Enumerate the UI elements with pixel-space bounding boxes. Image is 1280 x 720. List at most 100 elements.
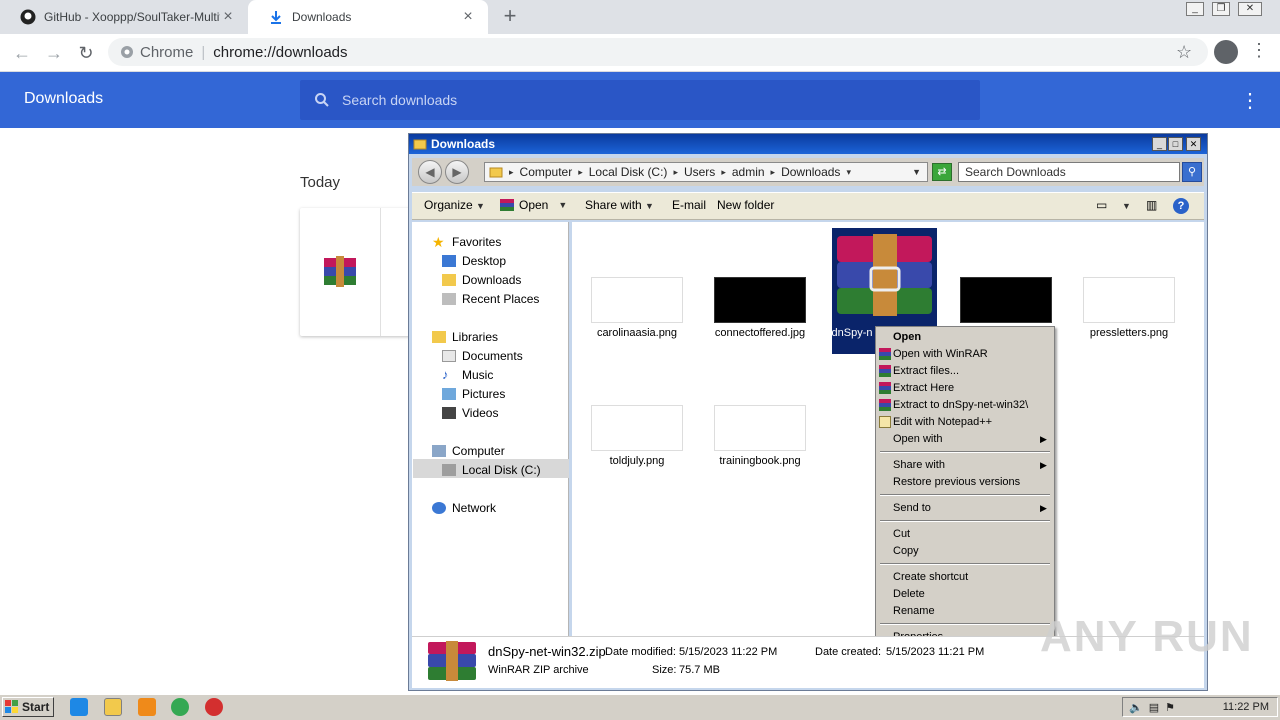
menu-extract-here[interactable]: Extract Here [893, 380, 954, 396]
file-thumbnail[interactable] [591, 277, 683, 323]
menu-rename[interactable]: Rename [893, 603, 935, 619]
close-tab-icon[interactable]: × [220, 8, 236, 26]
winrar-icon[interactable] [324, 256, 356, 288]
more-actions-icon[interactable]: ⋮ [1240, 88, 1260, 113]
new-folder-button[interactable]: New folder [717, 198, 774, 212]
menu-restore-versions[interactable]: Restore previous versions [893, 474, 1020, 490]
nav-videos[interactable]: Videos [442, 403, 498, 422]
crumb-admin[interactable]: admin [732, 165, 765, 179]
menu-edit-notepad[interactable]: Edit with Notepad++ [893, 414, 992, 430]
search-icon[interactable]: ⚲ [1182, 162, 1202, 182]
menu-extract-to[interactable]: Extract to dnSpy-net-win32\ [893, 397, 1028, 413]
file-thumbnail[interactable] [714, 405, 806, 451]
nav-libraries[interactable]: Libraries [432, 327, 498, 346]
start-button[interactable]: Start [2, 697, 54, 717]
explorer-taskbar-icon[interactable] [104, 698, 122, 716]
menu-copy[interactable]: Copy [893, 543, 919, 559]
file-name[interactable]: carolinaasia.png [577, 327, 697, 339]
help-icon[interactable]: ? [1173, 198, 1189, 214]
menu-share-with[interactable]: Share with [893, 457, 945, 473]
crumb-local-disk[interactable]: Local Disk (C:) [589, 165, 668, 179]
address-history-icon[interactable]: ▼ [912, 167, 921, 177]
file-thumbnail[interactable] [1083, 277, 1175, 323]
close-window-button[interactable]: ✕ [1238, 2, 1262, 16]
nav-computer[interactable]: Computer [432, 441, 505, 460]
menu-extract-files[interactable]: Extract files... [893, 363, 959, 379]
crumb-chevron-icon[interactable]: ▸ [721, 167, 726, 178]
forward-icon[interactable]: ▶ [445, 160, 469, 184]
search-input[interactable]: Search Downloads [958, 162, 1180, 182]
reload-icon[interactable]: ↻ [74, 41, 98, 65]
crumb-downloads[interactable]: Downloads [781, 165, 840, 179]
nav-network[interactable]: Network [432, 498, 496, 517]
internet-explorer-icon[interactable] [70, 698, 88, 716]
tab-github[interactable]: GitHub - Xooppp/SoulTaker-Multitool × [0, 0, 248, 34]
open-button[interactable]: Open ▼ [500, 198, 567, 212]
back-icon[interactable]: ← [10, 41, 34, 65]
profile-avatar[interactable] [1214, 40, 1238, 64]
omnibox[interactable]: Chrome | chrome://downloads [108, 38, 1208, 66]
refresh-icon[interactable]: ⇄ [932, 163, 952, 181]
address-bar[interactable]: ▸ Computer ▸ Local Disk (C:) ▸ Users ▸ admi… [484, 162, 928, 182]
crumb-chevron-icon[interactable]: ▾ [846, 167, 851, 178]
volume-icon[interactable]: 🔈 [1129, 701, 1143, 714]
minimize-button[interactable]: _ [1186, 2, 1204, 16]
email-button[interactable]: E-mail [672, 198, 706, 212]
tab-downloads[interactable]: Downloads × [248, 0, 488, 34]
nav-desktop[interactable]: Desktop [442, 251, 506, 270]
file-thumbnail[interactable] [591, 405, 683, 451]
new-tab-button[interactable]: + [498, 4, 522, 28]
chrome-menu-icon[interactable]: ⋮ [1250, 40, 1268, 61]
music-icon: ♪ [442, 366, 449, 382]
page-title: Downloads [24, 90, 104, 107]
file-name[interactable]: connectoffered.jpg [700, 327, 820, 339]
menu-send-to[interactable]: Send to [893, 500, 931, 516]
file-name[interactable]: toldjuly.png [577, 455, 697, 467]
file-thumbnail[interactable] [960, 277, 1052, 323]
minimize-button[interactable]: _ [1152, 137, 1167, 151]
media-player-icon[interactable] [138, 698, 156, 716]
forward-icon[interactable]: → [42, 41, 66, 65]
view-icon[interactable]: ▭ [1096, 198, 1107, 212]
stop-icon[interactable] [205, 698, 223, 716]
nav-favorites[interactable]: ★ Favorites [432, 232, 501, 251]
close-tab-icon[interactable]: × [460, 8, 476, 26]
flag-icon[interactable]: ⚑ [1165, 701, 1175, 714]
organize-button[interactable]: Organize ▼ [424, 198, 485, 212]
file-name[interactable]: trainingbook.png [700, 455, 820, 467]
bookmark-star-icon[interactable]: ☆ [1176, 42, 1192, 63]
file-name[interactable]: pressletters.png [1069, 327, 1189, 339]
restore-button[interactable]: ❐ [1212, 2, 1230, 16]
nav-local-disk[interactable]: Local Disk (C:) [442, 460, 541, 479]
maximize-button[interactable]: □ [1168, 137, 1183, 151]
menu-delete[interactable]: Delete [893, 586, 925, 602]
nav-documents[interactable]: Documents [442, 346, 523, 365]
file-name[interactable]: dnSpy-n [822, 327, 882, 339]
crumb-chevron-icon[interactable]: ▸ [578, 167, 583, 178]
close-button[interactable]: ✕ [1186, 137, 1201, 151]
network-tray-icon[interactable]: ▤ [1149, 701, 1159, 714]
crumb-chevron-icon[interactable]: ▸ [771, 167, 776, 178]
nav-label: Recent Places [462, 291, 540, 306]
nav-recent-places[interactable]: Recent Places [442, 289, 539, 308]
nav-downloads[interactable]: Downloads [442, 270, 521, 289]
nav-pictures[interactable]: Pictures [442, 384, 505, 403]
menu-cut[interactable]: Cut [893, 526, 910, 542]
crumb-chevron-icon[interactable]: ▸ [673, 167, 678, 178]
preview-pane-icon[interactable]: ▥ [1146, 198, 1157, 212]
file-thumbnail[interactable] [714, 277, 806, 323]
downloads-search-input[interactable]: Search downloads [300, 80, 980, 120]
nav-music[interactable]: ♪ Music [442, 365, 493, 384]
menu-open[interactable]: Open [893, 329, 921, 345]
menu-create-shortcut[interactable]: Create shortcut [893, 569, 968, 585]
menu-open-with[interactable]: Open with [893, 431, 943, 447]
chrome-taskbar-icon[interactable] [171, 698, 189, 716]
crumb-computer[interactable]: Computer [520, 165, 573, 179]
crumb-users[interactable]: Users [684, 165, 715, 179]
share-with-button[interactable]: Share with ▼ [585, 198, 654, 212]
notepad-plus-plus-icon [879, 416, 891, 428]
back-icon[interactable]: ◀ [418, 160, 442, 184]
menu-open-with-winrar[interactable]: Open with WinRAR [893, 346, 988, 362]
crumb-chevron-icon[interactable]: ▸ [509, 167, 514, 178]
view-options-icon[interactable]: ▼ [1122, 201, 1131, 211]
